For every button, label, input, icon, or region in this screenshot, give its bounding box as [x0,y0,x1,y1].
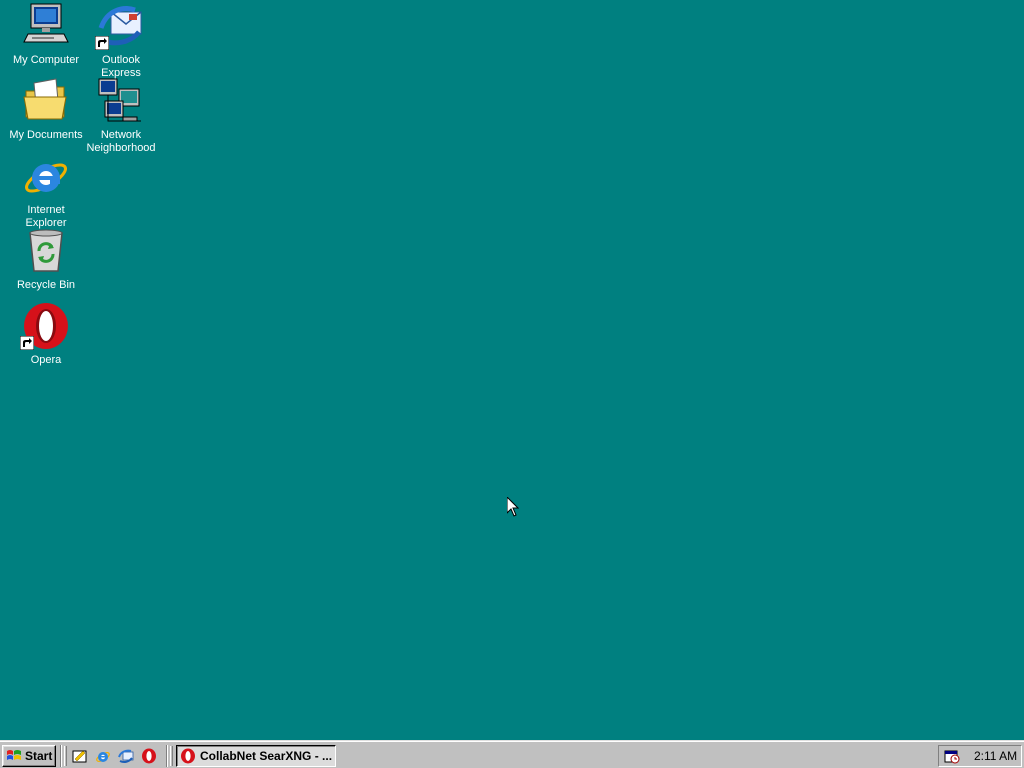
icon-label: Network Neighborhood [86,129,156,154]
desktop-icon-opera[interactable]: Opera [6,302,86,367]
internet-explorer-icon[interactable] [95,748,111,764]
start-button[interactable]: Start [2,745,56,767]
mouse-cursor-icon [507,497,519,517]
internet-explorer-icon [25,163,67,193]
desktop: My Computer Outlook Express My Documents [0,0,1024,740]
opera-icon[interactable] [141,748,157,764]
network-neighborhood-icon [98,78,141,122]
shortcut-arrow-icon [95,36,109,50]
clock[interactable]: 2:11 AM [974,749,1017,763]
task-area-grip[interactable] [170,746,173,766]
desktop-icon-network-neighborhood[interactable]: Network Neighborhood [81,77,161,155]
desktop-icon-outlook-express[interactable]: Outlook Express [81,2,161,80]
opera-icon [181,748,195,764]
system-tray: 2:11 AM [938,745,1022,767]
desktop-icon-recycle-bin[interactable]: Recycle Bin [6,227,86,292]
show-desktop-icon[interactable] [72,748,88,764]
icon-label: My Computer [12,54,80,66]
icon-label: Opera [30,354,62,366]
my-computer-icon [23,3,69,43]
my-documents-icon [23,78,67,120]
taskbar-separator [60,745,62,767]
taskbar: Start CollabNet SearXNG - ... 2:11 AM [0,740,1024,768]
windows-logo-icon [7,750,21,760]
taskbar-separator [166,745,168,767]
icon-label: Recycle Bin [16,279,76,291]
icon-label: My Documents [9,129,83,141]
desktop-icon-internet-explorer[interactable]: Internet Explorer [6,152,86,230]
task-button-label: CollabNet SearXNG - ... [200,749,333,763]
start-label: Start [25,749,53,763]
desktop-icon-my-computer[interactable]: My Computer [6,2,86,67]
shortcut-arrow-icon [20,336,34,350]
scheduler-icon[interactable] [944,748,960,764]
outlook-express-icon[interactable] [118,748,134,764]
desktop-icon-my-documents[interactable]: My Documents [6,77,86,142]
quick-launch-grip[interactable] [64,746,67,766]
task-button-opera-window[interactable]: CollabNet SearXNG - ... [176,745,336,767]
recycle-bin-icon [29,229,63,272]
